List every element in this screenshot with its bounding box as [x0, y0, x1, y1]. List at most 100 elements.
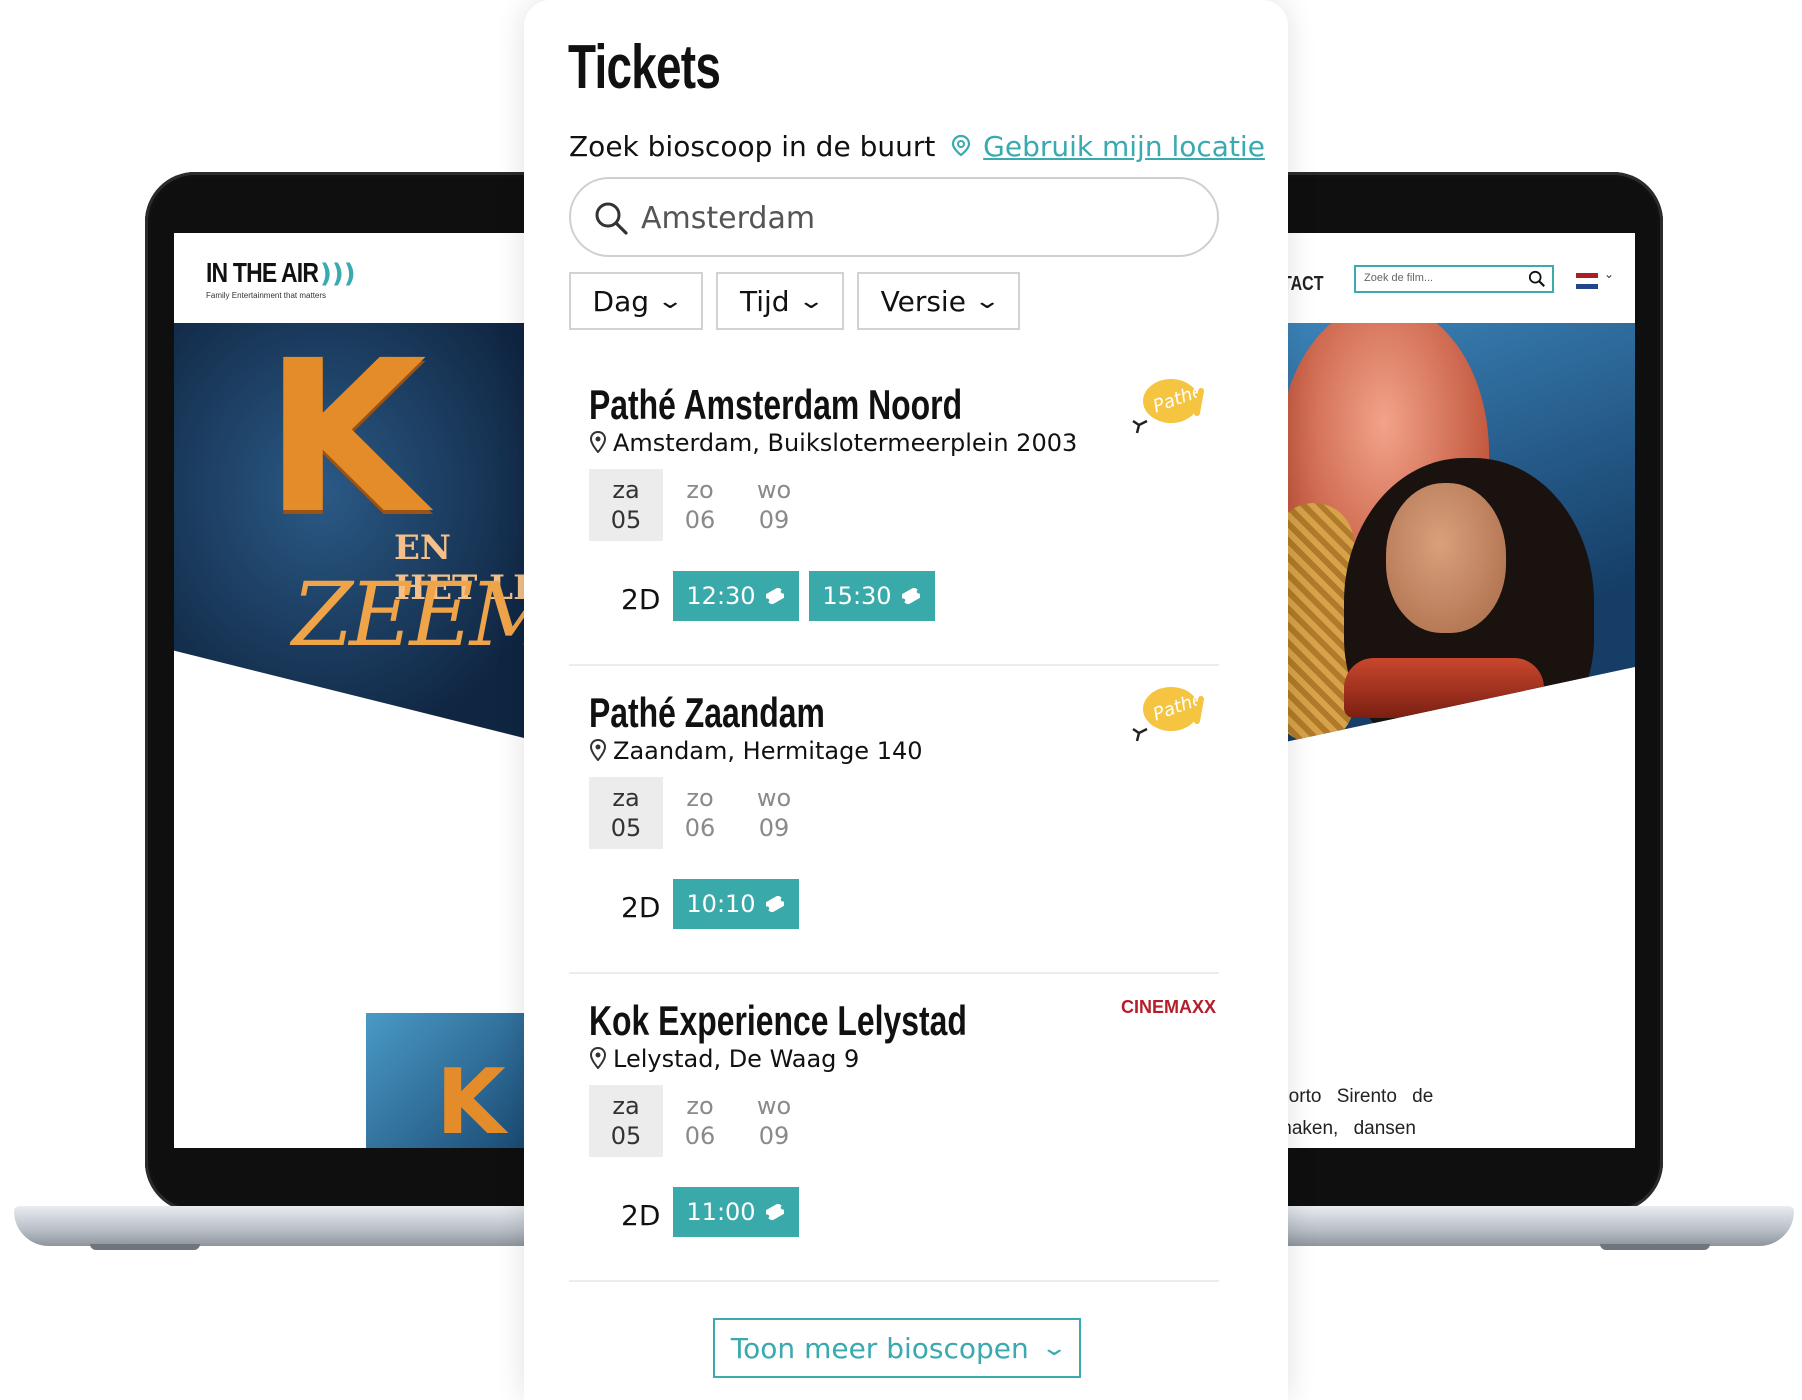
- ticket-icon: [765, 1204, 784, 1220]
- nav-contact-link[interactable]: TACT: [1282, 273, 1323, 296]
- date-option[interactable]: za 05: [589, 777, 663, 849]
- thumbnail-letter: K: [436, 1050, 506, 1148]
- filter-label: Versie: [880, 284, 966, 318]
- cinema-address: Amsterdam, Buikslotermeerplein 2003: [589, 429, 1077, 457]
- mermaid-costume-image: [1344, 658, 1544, 718]
- date-day: wo: [756, 784, 792, 812]
- hero-banner-left: K EN HET LI ZEEME: [174, 323, 544, 743]
- date-option[interactable]: zo 06: [663, 1085, 737, 1157]
- divider: [569, 1280, 1219, 1282]
- site-logo-tagline: Family Entertainment that matters: [206, 291, 327, 300]
- showtime-label: 10:10: [686, 890, 756, 918]
- cinema-search-box[interactable]: [569, 177, 1219, 257]
- filter-label: Dag: [592, 284, 650, 318]
- showtime-label: 15:30: [822, 582, 892, 610]
- date-option[interactable]: za 05: [589, 469, 663, 541]
- pathe-logo: Pathé: [1132, 687, 1206, 742]
- date-number: 06: [684, 506, 716, 534]
- cinema-address: Zaandam, Hermitage 140: [589, 737, 923, 765]
- date-number: 09: [758, 506, 790, 534]
- site-search-input[interactable]: Zoek de film...: [1354, 265, 1554, 293]
- showtime-button[interactable]: 15:30: [809, 571, 935, 621]
- location-target-icon[interactable]: [950, 133, 972, 157]
- date-day: wo: [756, 1092, 792, 1120]
- cinema-name[interactable]: Kok Experience Lelystad: [589, 997, 967, 1045]
- chevron-down-icon[interactable]: ⌄: [1604, 267, 1614, 281]
- kok-logo-text: CINEMAXX: [1121, 997, 1217, 1017]
- ticket-panel: Tickets Zoek bioscoop in de buurt Gebrui…: [524, 0, 1288, 1400]
- date-day: zo: [686, 784, 714, 812]
- date-number: 06: [684, 1122, 716, 1150]
- version-label: 2D: [621, 583, 661, 616]
- body-text-line: maken, dansen: [1276, 1118, 1416, 1139]
- version-label: 2D: [621, 1199, 661, 1232]
- address-text: Zaandam, Hermitage 140: [613, 737, 923, 765]
- date-day: za: [612, 784, 640, 812]
- use-my-location-link[interactable]: Gebruik mijn locatie: [983, 130, 1265, 163]
- date-day: wo: [756, 476, 792, 504]
- map-pin-icon: [589, 739, 607, 761]
- address-text: Lelystad, De Waag 9: [613, 1045, 860, 1073]
- show-more-label: Toon meer bioscopen: [730, 1331, 1029, 1365]
- showtime-label: 11:00: [686, 1198, 756, 1226]
- date-number: 09: [758, 1122, 790, 1150]
- laptop-foot: [1600, 1244, 1710, 1250]
- chevron-down-icon: ⌄: [796, 288, 825, 314]
- ticket-icon: [901, 588, 920, 604]
- date-option[interactable]: wo 09: [737, 469, 811, 541]
- search-icon: [595, 202, 628, 235]
- ticket-icon: [765, 896, 784, 912]
- date-option[interactable]: zo 06: [663, 777, 737, 849]
- date-number: 05: [610, 1122, 642, 1150]
- sound-waves-icon: ))): [320, 259, 356, 289]
- filter-version-button[interactable]: Versie ⌄: [857, 272, 1020, 330]
- locate-row: Zoek bioscoop in de buurt Gebruik mijn l…: [569, 130, 1265, 163]
- version-label: 2D: [621, 891, 661, 924]
- kok-cinemaxx-logo: CINEMAXX: [1121, 997, 1216, 1018]
- chevron-down-icon: ⌄: [656, 288, 685, 314]
- filter-time-button[interactable]: Tijd ⌄: [716, 272, 844, 330]
- body-text-line: Porto Sirento de: [1276, 1086, 1434, 1107]
- site-logo[interactable]: IN THE AIR ))) Family Entertainment that…: [206, 257, 356, 307]
- date-day: za: [612, 1092, 640, 1120]
- showtime-button[interactable]: 10:10: [673, 879, 799, 929]
- hero-banner-right: [1274, 323, 1635, 745]
- dutch-flag-icon[interactable]: [1576, 273, 1598, 289]
- page-title: Tickets: [568, 33, 721, 102]
- divider: [569, 972, 1219, 974]
- hero-title-letter: K: [264, 315, 427, 560]
- search-icon[interactable]: [1528, 270, 1546, 288]
- date-number: 09: [758, 814, 790, 842]
- date-option[interactable]: zo 06: [663, 469, 737, 541]
- ticket-icon: [765, 588, 784, 604]
- map-pin-icon: [589, 1047, 607, 1069]
- cinema-search-input[interactable]: [641, 195, 1201, 241]
- showtime-button[interactable]: 11:00: [673, 1187, 799, 1237]
- site-logo-title: IN THE AIR: [206, 257, 319, 288]
- date-option[interactable]: wo 09: [737, 777, 811, 849]
- date-option[interactable]: wo 09: [737, 1085, 811, 1157]
- filter-label: Tijd: [739, 284, 790, 318]
- cinema-name[interactable]: Pathé Amsterdam Noord: [589, 381, 962, 429]
- cinema-address: Lelystad, De Waag 9: [589, 1045, 859, 1073]
- date-day: zo: [686, 1092, 714, 1120]
- divider: [569, 664, 1219, 666]
- chevron-down-icon: ⌄: [973, 288, 1001, 314]
- pathe-logo: Pathé: [1132, 379, 1206, 434]
- cinema-name[interactable]: Pathé Zaandam: [589, 689, 825, 737]
- date-number: 05: [610, 814, 642, 842]
- locate-prompt: Zoek bioscoop in de buurt: [569, 130, 936, 163]
- filter-day-button[interactable]: Dag ⌄: [569, 272, 703, 330]
- date-number: 06: [684, 814, 716, 842]
- date-number: 05: [610, 506, 642, 534]
- date-option[interactable]: za 05: [589, 1085, 663, 1157]
- mermaid-face-image: [1386, 483, 1506, 633]
- showtime-button[interactable]: 12:30: [673, 571, 799, 621]
- laptop-foot: [90, 1244, 200, 1250]
- site-body-text: Porto Sirento de maken, dansen: [1276, 1081, 1606, 1145]
- date-day: zo: [686, 476, 714, 504]
- showtime-label: 12:30: [686, 582, 756, 610]
- movie-thumbnail[interactable]: K: [366, 1013, 546, 1148]
- site-search-placeholder: Zoek de film...: [1364, 272, 1434, 284]
- show-more-cinemas-button[interactable]: Toon meer bioscopen ⌄: [713, 1318, 1081, 1378]
